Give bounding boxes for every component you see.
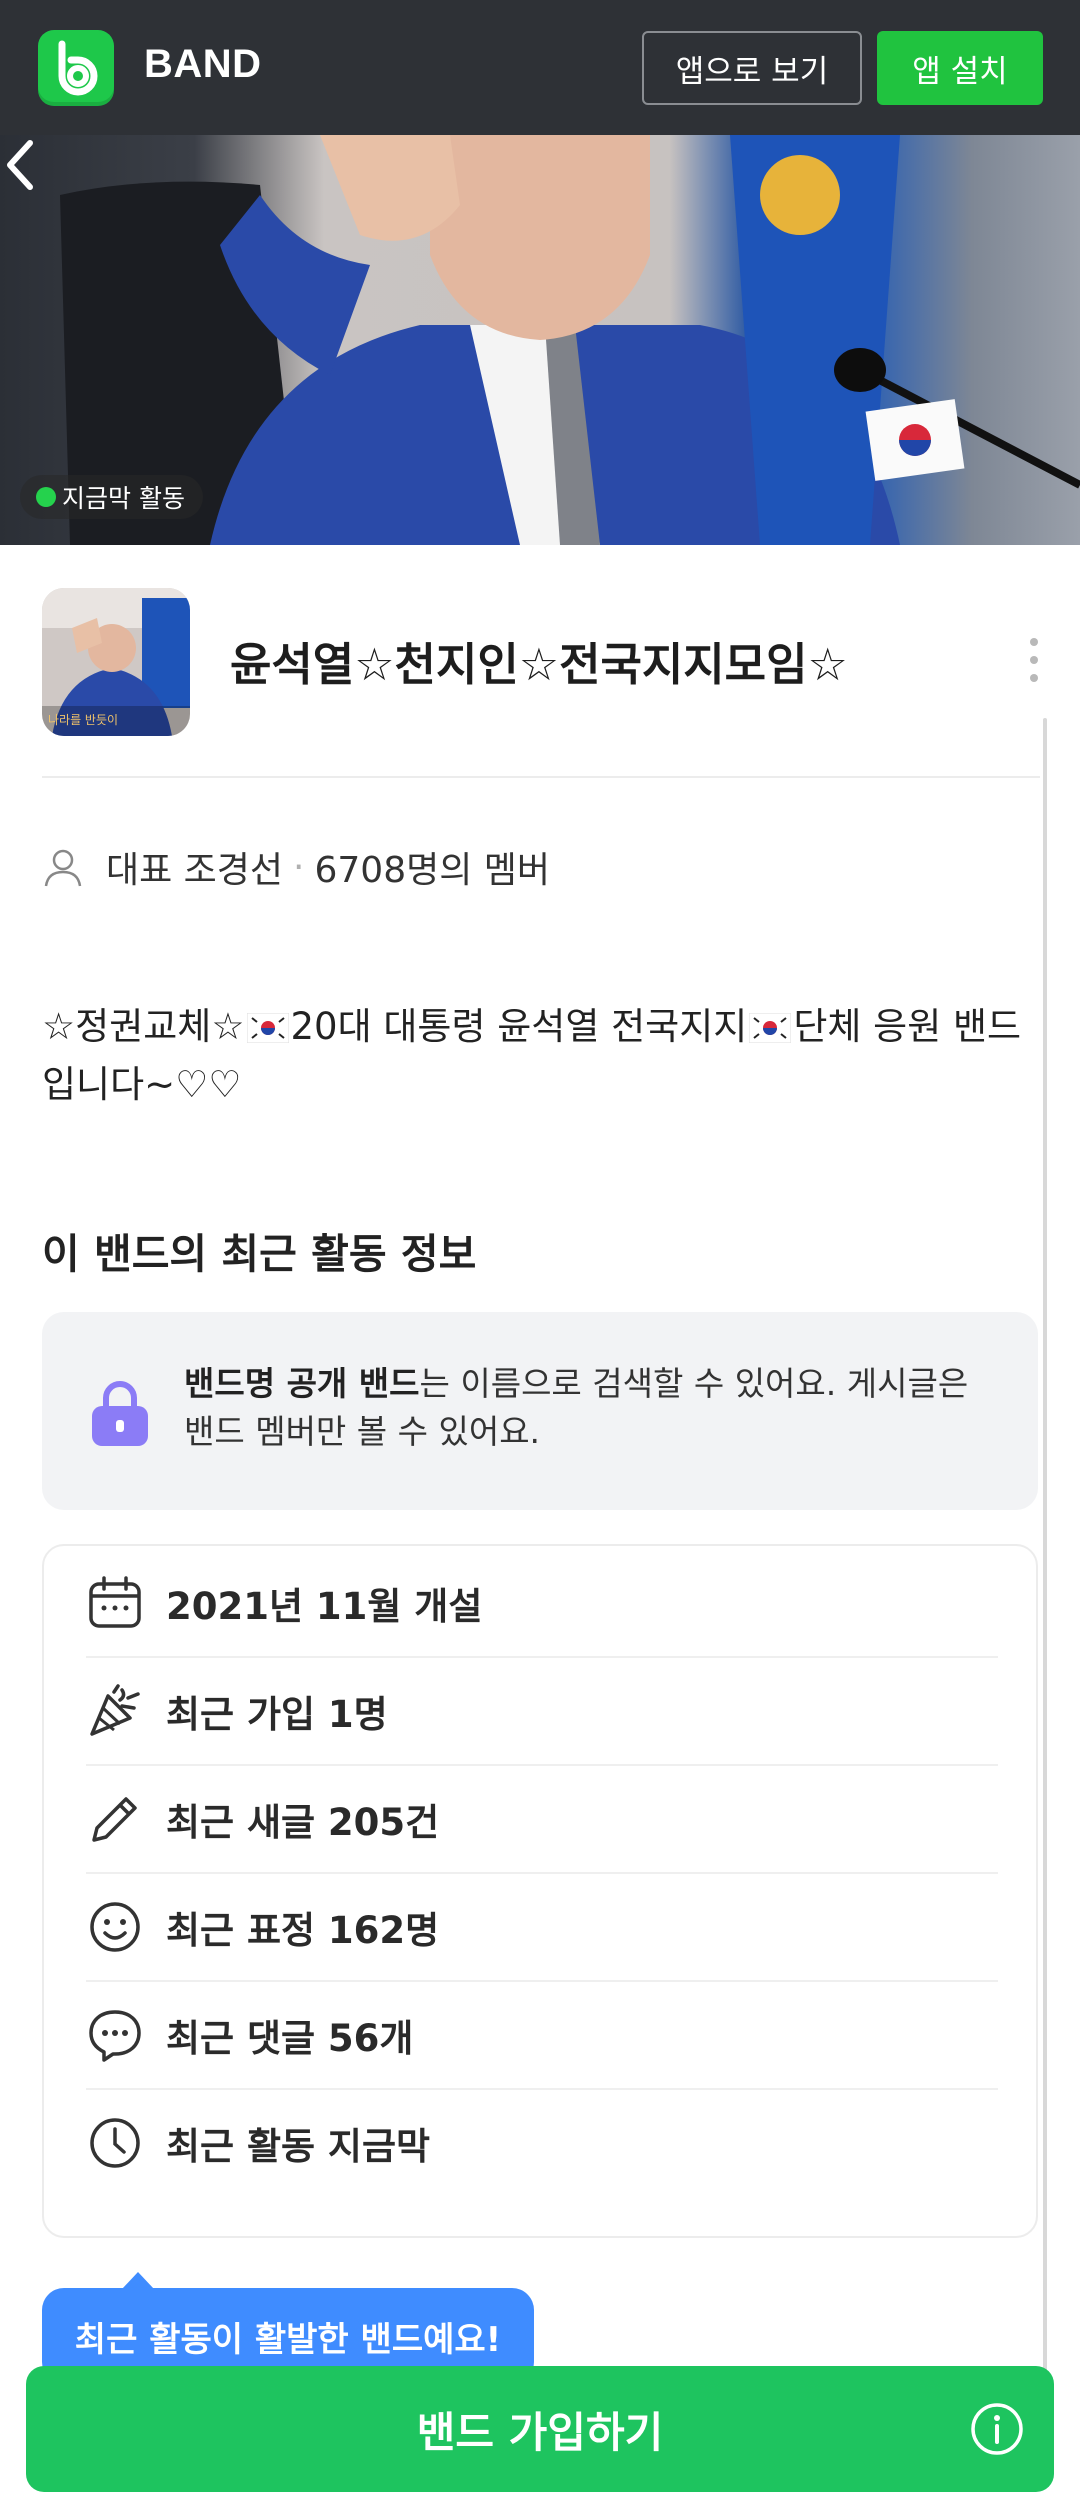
info-icon[interactable] bbox=[970, 2402, 1024, 2456]
privacy-notice-bold: 밴드명 공개 밴드 bbox=[184, 1364, 420, 1403]
back-arrow-icon[interactable] bbox=[0, 135, 40, 195]
thumbnail-caption: 나라를 반듯이 bbox=[48, 713, 118, 727]
privacy-notice-text: 밴드명 공개 밴드는 이름으로 검색할 수 있어요. 게시글은 밴드 멤버만 볼… bbox=[184, 1360, 1004, 1456]
join-band-button[interactable]: 밴드 가입하기 bbox=[26, 2366, 1054, 2492]
info-label: 최근 활동 지금막 bbox=[166, 2125, 431, 2168]
member-count: 6708명의 멤버 bbox=[314, 850, 551, 891]
description-text-1: ☆정권교체☆ bbox=[42, 1005, 245, 1048]
join-band-label: 밴드 가입하기 bbox=[416, 2407, 664, 2457]
korea-flag-icon bbox=[246, 1013, 289, 1043]
info-label: 최근 새글 205건 bbox=[166, 1801, 440, 1844]
info-label: 최근 가입 1명 bbox=[166, 1693, 388, 1736]
activity-info-box: 2021년 11월 개설 최근 가입 1명 최근 새글 205건 최근 표정 1… bbox=[42, 1544, 1038, 2238]
lock-icon bbox=[92, 1381, 148, 1446]
info-row-posts: 최근 새글 205건 bbox=[86, 1766, 998, 1872]
info-row-reactions: 최근 표정 162명 bbox=[86, 1874, 998, 1980]
party-popper-icon bbox=[90, 1684, 140, 1736]
band-meta: 대표 조경선 · 6708명의 멤버 bbox=[42, 842, 550, 892]
install-app-button[interactable]: 앱 설치 bbox=[877, 31, 1043, 105]
smiley-icon bbox=[90, 1902, 140, 1952]
online-dot-icon bbox=[36, 487, 56, 507]
band-leader: 대표 조경선 bbox=[106, 850, 284, 891]
band-name: 윤석열☆천지인☆전국지지모임☆ bbox=[230, 638, 848, 691]
info-row-joined: 최근 가입 1명 bbox=[86, 1658, 998, 1764]
activity-status-label: 지금막 활동 bbox=[62, 484, 185, 513]
info-label: 최근 표정 162명 bbox=[166, 1909, 440, 1952]
band-logo-icon[interactable] bbox=[38, 30, 114, 106]
more-options-icon[interactable] bbox=[1026, 636, 1042, 684]
korea-flag-icon bbox=[749, 1013, 792, 1043]
chat-bubble-icon bbox=[89, 2010, 141, 2062]
view-in-app-button[interactable]: 앱으로 보기 bbox=[642, 31, 862, 105]
separator-dot: · bbox=[293, 846, 305, 888]
info-row-last-activity: 최근 활동 지금막 bbox=[86, 2090, 998, 2196]
info-row-comments: 최근 댓글 56개 bbox=[86, 1982, 998, 2088]
clock-icon bbox=[90, 2118, 140, 2168]
band-thumbnail[interactable]: 나라를 반듯이 bbox=[42, 588, 190, 736]
scrollbar[interactable] bbox=[1043, 718, 1047, 2478]
info-label: 최근 댓글 56개 bbox=[166, 2017, 414, 2060]
info-label: 2021년 11월 개설 bbox=[166, 1585, 483, 1628]
calendar-icon bbox=[89, 1576, 141, 1628]
tooltip-arrow bbox=[122, 2272, 154, 2289]
divider bbox=[42, 776, 1040, 778]
cover-image: 지금막 활동 bbox=[0, 135, 1080, 545]
activity-section-title: 이 밴드의 최근 활동 정보 bbox=[42, 1230, 477, 1278]
top-bar: BAND 앱으로 보기 앱 설치 bbox=[0, 0, 1080, 135]
pencil-icon bbox=[92, 1797, 137, 1842]
description-text-2: 20대 대통령 윤석열 전국지지 bbox=[290, 1005, 748, 1048]
band-description: ☆정권교체☆ 20대 대통령 윤석열 전국지지 단체 응원 밴드입니다~♡♡ bbox=[42, 998, 1042, 1114]
activity-status-badge: 지금막 활동 bbox=[20, 475, 203, 519]
privacy-notice: 밴드명 공개 밴드는 이름으로 검색할 수 있어요. 게시글은 밴드 멤버만 볼… bbox=[42, 1312, 1038, 1510]
info-row-created: 2021년 11월 개설 bbox=[86, 1550, 998, 1656]
person-icon bbox=[44, 849, 82, 887]
brand-name: BAND bbox=[144, 42, 262, 86]
